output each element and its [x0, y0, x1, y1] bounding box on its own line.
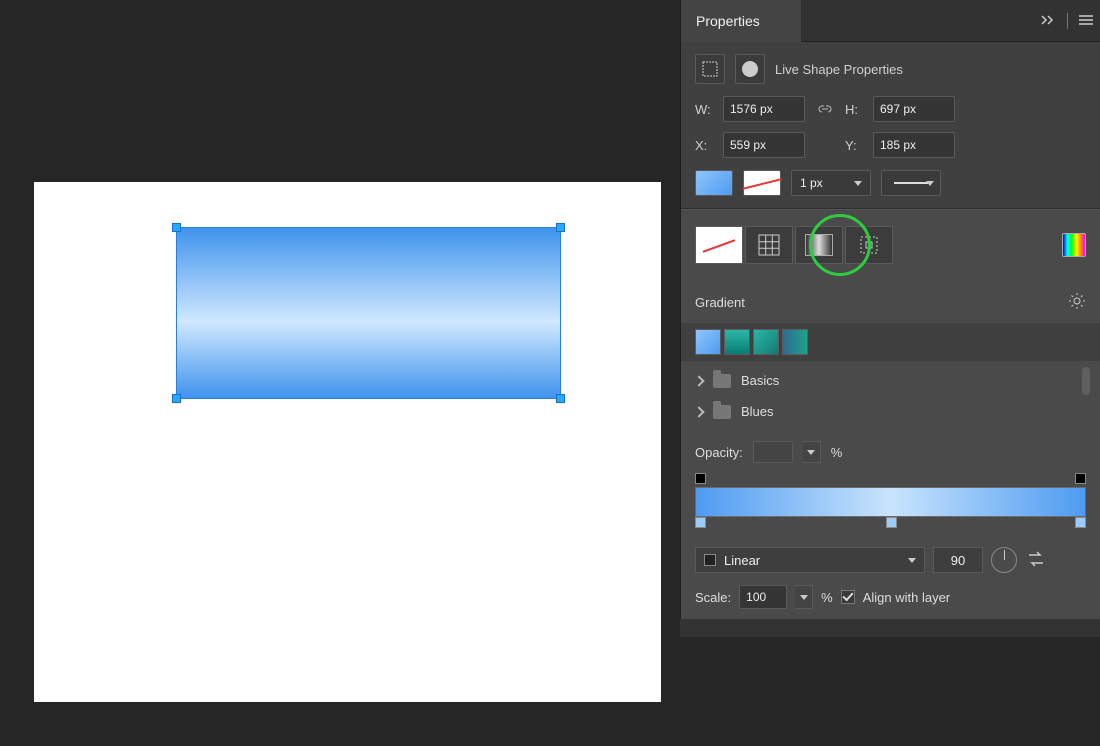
- align-label: Align with layer: [863, 590, 950, 605]
- folder-icon: [713, 405, 731, 419]
- gradient-editor[interactable]: [681, 469, 1100, 537]
- color-stop[interactable]: [1075, 517, 1086, 528]
- opacity-label: Opacity:: [695, 445, 743, 460]
- x-label: X:: [695, 138, 715, 153]
- fill-type-pattern-button[interactable]: [845, 226, 893, 264]
- y-label: Y:: [845, 138, 865, 153]
- opacity-stop[interactable]: [695, 473, 706, 484]
- width-label: W:: [695, 102, 715, 117]
- gear-icon[interactable]: [1068, 292, 1086, 313]
- height-label: H:: [845, 102, 865, 117]
- y-field[interactable]: 185 px: [873, 132, 955, 158]
- align-with-layer-checkbox[interactable]: [841, 590, 855, 604]
- color-stop[interactable]: [695, 517, 706, 528]
- gradient-preset[interactable]: [724, 329, 750, 355]
- resize-handle-bl[interactable]: [172, 394, 181, 403]
- scale-field[interactable]: 100: [739, 585, 787, 609]
- color-stop[interactable]: [886, 517, 897, 528]
- scale-label: Scale:: [695, 590, 731, 605]
- height-field[interactable]: 697 px: [873, 96, 955, 122]
- gradient-preset[interactable]: [753, 329, 779, 355]
- gradient-type-icon: [704, 554, 716, 566]
- chevron-down-icon: [854, 181, 862, 186]
- reverse-gradient-icon[interactable]: [1025, 548, 1047, 573]
- angle-field[interactable]: 90: [933, 547, 983, 573]
- scale-dropdown-button[interactable]: [795, 585, 813, 609]
- fill-type-section: [681, 209, 1100, 280]
- folder-icon: [713, 374, 731, 388]
- shape-properties-section: Live Shape Properties W: 1576 px H: 697 …: [681, 42, 1100, 209]
- stroke-style-dropdown[interactable]: [881, 170, 941, 196]
- percent-label: %: [821, 590, 833, 605]
- percent-label: %: [831, 445, 843, 460]
- color-picker-button[interactable]: [1062, 233, 1086, 257]
- panel-tabs: Properties: [681, 0, 1100, 42]
- x-field[interactable]: 559 px: [723, 132, 805, 158]
- gradient-preset[interactable]: [782, 329, 808, 355]
- chevron-down-icon: [800, 595, 808, 600]
- resize-handle-br[interactable]: [556, 394, 565, 403]
- recent-gradients: [681, 323, 1100, 361]
- gradient-folder-basics[interactable]: Basics: [681, 365, 1100, 396]
- properties-panel: Properties Live Shape Properties W: 1576…: [680, 0, 1100, 637]
- stroke-swatch[interactable]: [743, 170, 781, 196]
- properties-tab[interactable]: Properties: [681, 0, 801, 42]
- opacity-field[interactable]: [753, 441, 793, 463]
- separator: [1067, 13, 1068, 29]
- chevron-down-icon: [807, 450, 815, 455]
- fill-type-gradient-button[interactable]: [795, 226, 843, 264]
- gradient-preset[interactable]: [695, 329, 721, 355]
- fill-swatch[interactable]: [695, 170, 733, 196]
- resize-handle-tr[interactable]: [556, 223, 565, 232]
- gradient-type-dropdown[interactable]: Linear: [695, 547, 925, 573]
- selected-rectangle-shape[interactable]: [176, 227, 561, 399]
- angle-dial[interactable]: [991, 547, 1017, 573]
- gradient-folder-blues[interactable]: Blues: [681, 396, 1100, 427]
- chevron-right-icon: [693, 375, 704, 386]
- opacity-stop[interactable]: [1075, 473, 1086, 484]
- gradient-section: Gradient Basics Blues Opacity: %: [681, 280, 1100, 637]
- chevron-down-icon: [908, 558, 916, 563]
- menu-icon[interactable]: [1078, 14, 1094, 29]
- gradient-icon: [805, 234, 833, 256]
- section-title: Live Shape Properties: [775, 62, 903, 77]
- folder-label: Basics: [741, 373, 779, 388]
- panel-footer: [680, 619, 1100, 637]
- resize-handle-tl[interactable]: [172, 223, 181, 232]
- gradient-title: Gradient: [695, 295, 745, 310]
- gradient-type-label: Linear: [724, 553, 760, 568]
- stroke-width-value: 1 px: [800, 176, 823, 190]
- fill-type-solid-button[interactable]: [745, 226, 793, 264]
- fill-type-none-button[interactable]: [695, 226, 743, 264]
- canvas[interactable]: [34, 182, 661, 702]
- mask-thumbnail[interactable]: [735, 54, 765, 84]
- stroke-width-dropdown[interactable]: 1 px: [791, 170, 871, 196]
- opacity-dropdown-button[interactable]: [803, 441, 821, 463]
- gradient-bar[interactable]: [695, 487, 1086, 517]
- link-wh-icon[interactable]: [813, 102, 837, 116]
- chevron-down-icon: [926, 181, 934, 186]
- folder-label: Blues: [741, 404, 774, 419]
- chevron-right-icon: [693, 406, 704, 417]
- width-field[interactable]: 1576 px: [723, 96, 805, 122]
- expand-icon[interactable]: [1039, 14, 1057, 29]
- shape-mask-button[interactable]: [695, 54, 725, 84]
